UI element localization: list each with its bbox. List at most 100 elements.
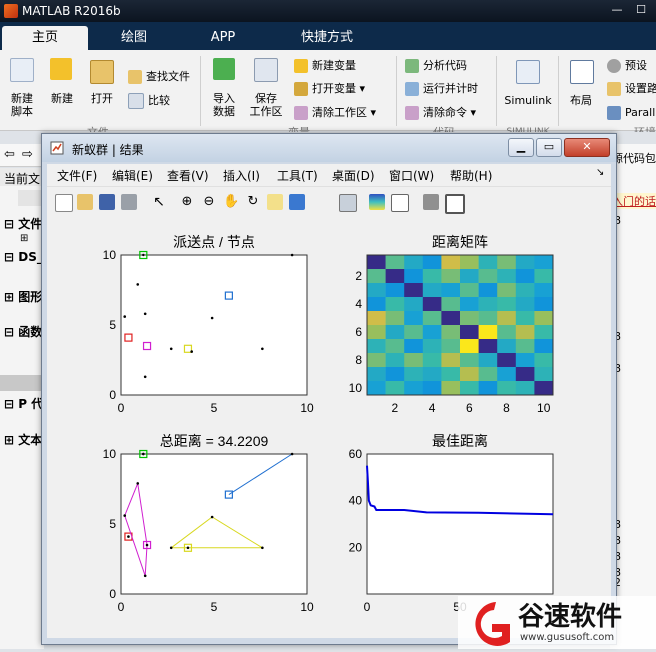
- menu-insert[interactable]: 插入(I): [223, 167, 260, 184]
- figure-toolbar: ↖ ⊕ ⊖ ✋ ↻: [47, 186, 611, 218]
- new-variable-button[interactable]: 新建变量: [294, 57, 356, 75]
- data-point: [169, 347, 173, 351]
- new-script-button[interactable]: 新建 脚本: [4, 92, 40, 118]
- rotate-icon[interactable]: ↻: [245, 194, 261, 210]
- ribbon-divider: [558, 56, 559, 126]
- x-tick-label: 10: [300, 401, 314, 415]
- heatmap-cell: [385, 325, 405, 340]
- new-button[interactable]: 新建: [46, 92, 78, 105]
- zoom-in-icon[interactable]: ⊕: [179, 194, 195, 210]
- heatmap-cell: [404, 283, 424, 298]
- forward-arrow-icon[interactable]: ⇨: [22, 147, 33, 162]
- clear-commands-button[interactable]: 清除命令 ▾: [405, 104, 476, 122]
- expand-icon[interactable]: ⊞: [20, 233, 28, 244]
- tab-shortcuts[interactable]: 快捷方式: [270, 26, 384, 50]
- data-point: [290, 253, 294, 257]
- pointer-icon[interactable]: ↖: [151, 194, 167, 210]
- menu-desktop[interactable]: 桌面(D): [332, 167, 375, 184]
- save-workspace-button[interactable]: 保存 工作区: [246, 92, 286, 118]
- tree-item-ds[interactable]: ⊟ DS_: [4, 250, 43, 264]
- open-button[interactable]: 打开: [86, 92, 118, 105]
- compare-button[interactable]: 比较: [128, 92, 170, 110]
- heatmap-cell: [404, 255, 424, 270]
- maximize-icon[interactable]: ☐: [630, 3, 652, 17]
- figure-minimize-button[interactable]: ▁: [508, 138, 534, 157]
- run-and-time-button[interactable]: 运行并计时: [405, 80, 478, 98]
- menu-view[interactable]: 查看(V): [167, 167, 209, 184]
- simulink-button[interactable]: Simulink: [502, 94, 554, 107]
- heatmap-cell: [460, 255, 479, 270]
- brush-icon[interactable]: [289, 194, 305, 210]
- print-icon[interactable]: [121, 194, 137, 210]
- open-icon[interactable]: [77, 194, 93, 210]
- compare-icon: [128, 93, 144, 109]
- tab-apps[interactable]: APP: [180, 26, 266, 50]
- hide-plottools-icon[interactable]: [423, 194, 439, 210]
- data-point: [143, 312, 147, 316]
- tab-plots[interactable]: 绘图: [92, 26, 176, 50]
- collapse-icon[interactable]: ⊟: [4, 325, 18, 339]
- heatmap-cell: [385, 269, 405, 284]
- route-node: [145, 543, 149, 547]
- getting-started-link[interactable]: 入门的话: [612, 193, 656, 209]
- menu-edit[interactable]: 编辑(E): [112, 167, 153, 184]
- x-tick-label: 8: [503, 401, 510, 415]
- legend-icon[interactable]: [391, 194, 409, 212]
- back-arrow-icon[interactable]: ⇦: [4, 147, 15, 162]
- y-tick-label: 20: [349, 540, 363, 554]
- heatmap-cell: [460, 269, 479, 284]
- x-tick-label: 6: [466, 401, 473, 415]
- preferences-button[interactable]: 预设: [607, 57, 647, 75]
- tree-item-functions[interactable]: ⊟ 函数: [4, 323, 42, 340]
- y-tick-label: 5: [109, 318, 116, 332]
- layout-button[interactable]: 布局: [564, 94, 598, 107]
- link-icon[interactable]: [339, 194, 357, 212]
- tree-item-p-code[interactable]: ⊟ P 代: [4, 395, 43, 412]
- heatmap-cell: [367, 311, 386, 326]
- heatmap-cell: [534, 367, 554, 382]
- data-point: [136, 283, 140, 286]
- colorbar-icon[interactable]: [369, 194, 385, 210]
- heatmap-cell: [422, 255, 442, 270]
- collapse-icon[interactable]: ⊟: [4, 217, 18, 231]
- datacursor-icon[interactable]: [267, 194, 283, 210]
- save-icon[interactable]: [99, 194, 115, 210]
- open-variable-button[interactable]: 打开变量 ▾: [294, 80, 365, 98]
- set-path-button[interactable]: 设置路: [607, 80, 656, 98]
- collapse-icon[interactable]: ⊟: [4, 397, 18, 411]
- tab-home[interactable]: 主页: [2, 26, 88, 50]
- zoom-out-icon[interactable]: ⊖: [201, 194, 217, 210]
- heatmap-cell: [404, 339, 424, 354]
- parallel-icon: [607, 106, 621, 120]
- x-tick-label: 0: [364, 600, 371, 614]
- ribbon-divider: [396, 56, 397, 126]
- figure-maximize-button[interactable]: ▭: [536, 138, 562, 157]
- analyze-code-button[interactable]: 分析代码: [405, 57, 467, 75]
- menu-tools[interactable]: 工具(T): [277, 167, 318, 184]
- new-figure-icon[interactable]: [55, 194, 73, 212]
- figure-titlebar[interactable]: 新蚁群 | 结果 ▁ ▭ ✕: [42, 134, 616, 162]
- expand-icon[interactable]: ⊞: [4, 433, 18, 447]
- heatmap-cell: [478, 269, 498, 284]
- tree-item-files[interactable]: ⊟ 文件: [4, 215, 42, 232]
- clear-workspace-button[interactable]: 清除工作区 ▾: [294, 104, 376, 122]
- menu-file[interactable]: 文件(F): [57, 167, 97, 184]
- figure-close-button[interactable]: ✕: [564, 138, 610, 157]
- parallel-button[interactable]: Parall: [607, 104, 655, 122]
- collapse-icon[interactable]: ⊟: [4, 250, 18, 264]
- heatmap-cell: [497, 353, 517, 368]
- menu-window[interactable]: 窗口(W): [389, 167, 434, 184]
- import-data-button[interactable]: 导入 数据: [206, 92, 242, 118]
- tree-item-graphics[interactable]: ⊞ 图形: [4, 288, 42, 305]
- tree-item-text[interactable]: ⊞ 文本: [4, 431, 42, 448]
- dock-arrow-icon[interactable]: ↘: [596, 167, 604, 178]
- heatmap-cell: [478, 255, 498, 270]
- compare-label: 比较: [148, 94, 170, 107]
- pan-icon[interactable]: ✋: [223, 194, 239, 210]
- minimize-icon[interactable]: —: [606, 3, 628, 17]
- menu-help[interactable]: 帮助(H): [450, 167, 492, 184]
- selected-row[interactable]: [0, 375, 44, 391]
- find-files-button[interactable]: 查找文件: [128, 68, 190, 86]
- expand-icon[interactable]: ⊞: [4, 290, 18, 304]
- show-plottools-icon[interactable]: [445, 194, 465, 214]
